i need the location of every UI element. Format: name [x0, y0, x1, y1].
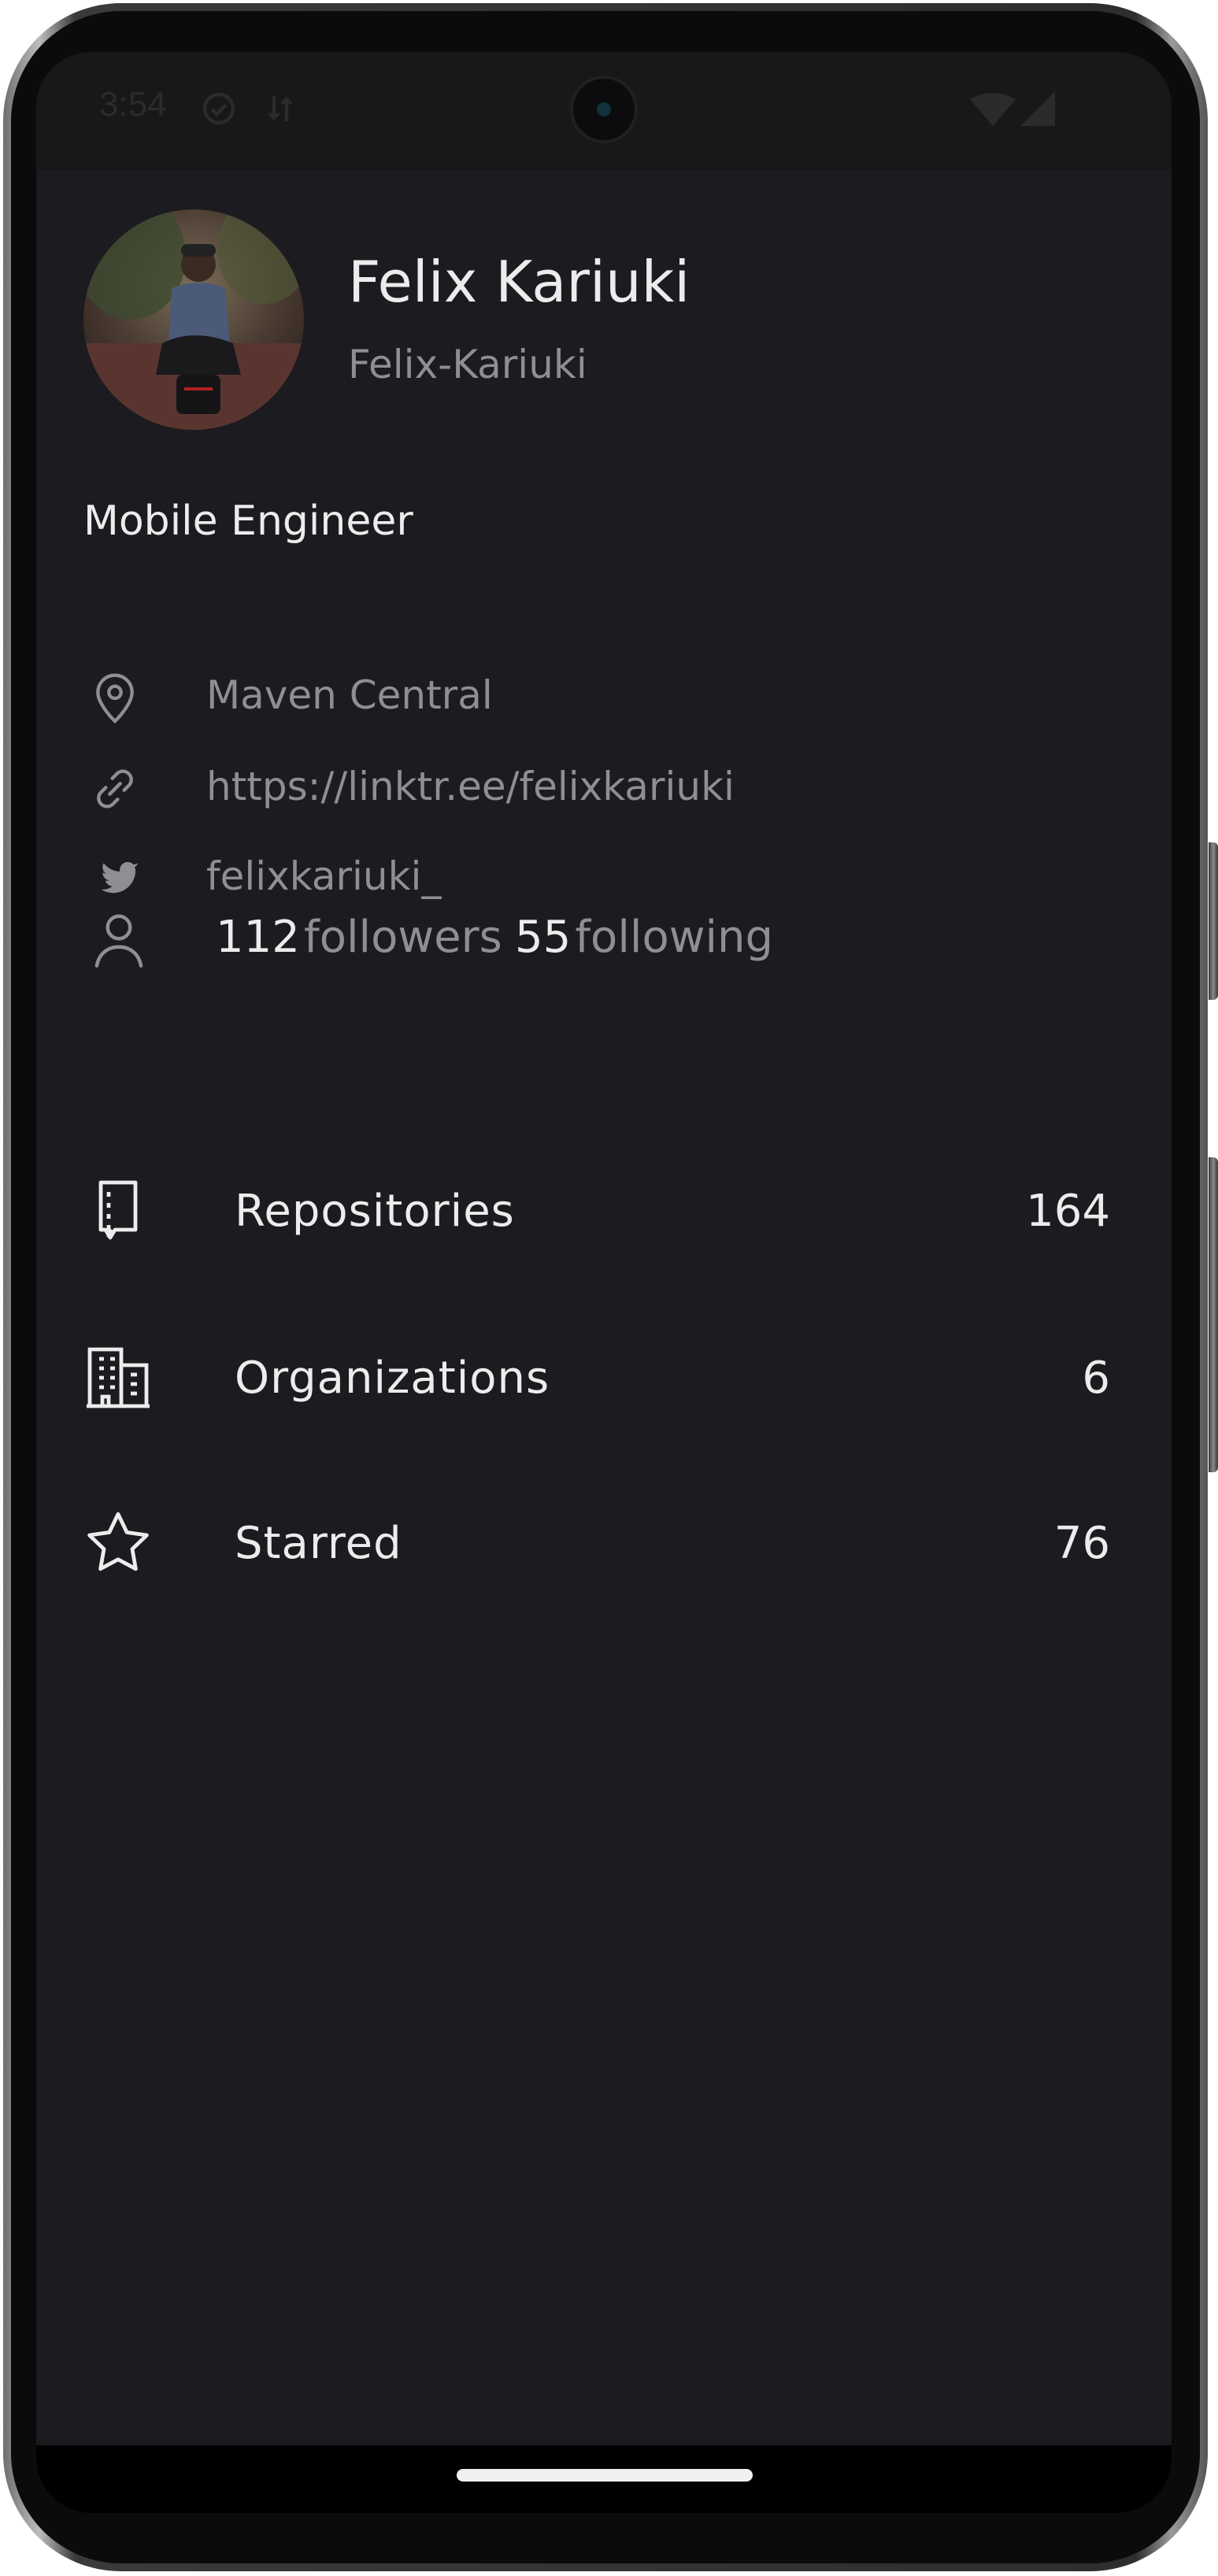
check-circle-icon	[200, 90, 238, 128]
profile-bio: Mobile Engineer	[83, 498, 413, 545]
repository-icon	[80, 1173, 156, 1249]
follow-row: 112 followers 55 following	[83, 904, 1028, 975]
front-camera	[570, 76, 638, 143]
twitter-icon	[83, 847, 146, 910]
star-icon	[80, 1505, 156, 1581]
navigation-bar	[36, 2445, 1172, 2513]
menu-item-count: 76	[1053, 1518, 1110, 1569]
menu-item-organizations[interactable]: Organizations 6	[68, 1331, 1170, 1425]
location-text: Maven Central	[206, 672, 493, 718]
twitter-handle[interactable]: felixkariuki_	[206, 853, 441, 899]
menu-item-label: Repositories	[235, 1186, 515, 1237]
location-pin-icon	[83, 666, 146, 729]
following-label[interactable]: following	[575, 912, 773, 963]
sync-icon	[265, 90, 296, 128]
phone-frame: 3:54 Felix Kariuki Felix-Kariuki Mobile …	[0, 0, 1218, 2576]
status-time: 3:54	[99, 85, 167, 124]
menu-item-count: 6	[1082, 1353, 1110, 1404]
followers-label[interactable]: followers	[304, 912, 502, 963]
menu-item-count: 164	[1026, 1186, 1110, 1237]
power-button	[1209, 842, 1218, 1000]
wifi-icon	[970, 93, 1016, 126]
avatar[interactable]	[83, 209, 304, 430]
menu-item-label: Starred	[235, 1518, 402, 1569]
organization-icon	[80, 1340, 156, 1416]
following-count[interactable]: 55	[515, 912, 571, 963]
link-icon	[83, 757, 146, 820]
menu-item-repositories[interactable]: Repositories 164	[68, 1164, 1170, 1258]
screen: 3:54 Felix Kariuki Felix-Kariuki Mobile …	[36, 52, 1172, 2513]
profile-name: Felix Kariuki	[348, 249, 690, 315]
followers-count[interactable]: 112	[216, 912, 300, 963]
person-icon	[83, 904, 154, 975]
status-bar: 3:54	[36, 52, 1172, 170]
cellular-signal-icon	[1020, 91, 1055, 126]
menu-item-starred[interactable]: Starred 76	[68, 1496, 1170, 1590]
home-gesture-handle[interactable]	[457, 2469, 753, 2482]
menu-item-label: Organizations	[235, 1353, 550, 1404]
volume-button	[1209, 1157, 1218, 1472]
blog-link[interactable]: https://linktr.ee/felixkariuki	[206, 764, 735, 809]
profile-username: Felix-Kariuki	[348, 342, 587, 387]
